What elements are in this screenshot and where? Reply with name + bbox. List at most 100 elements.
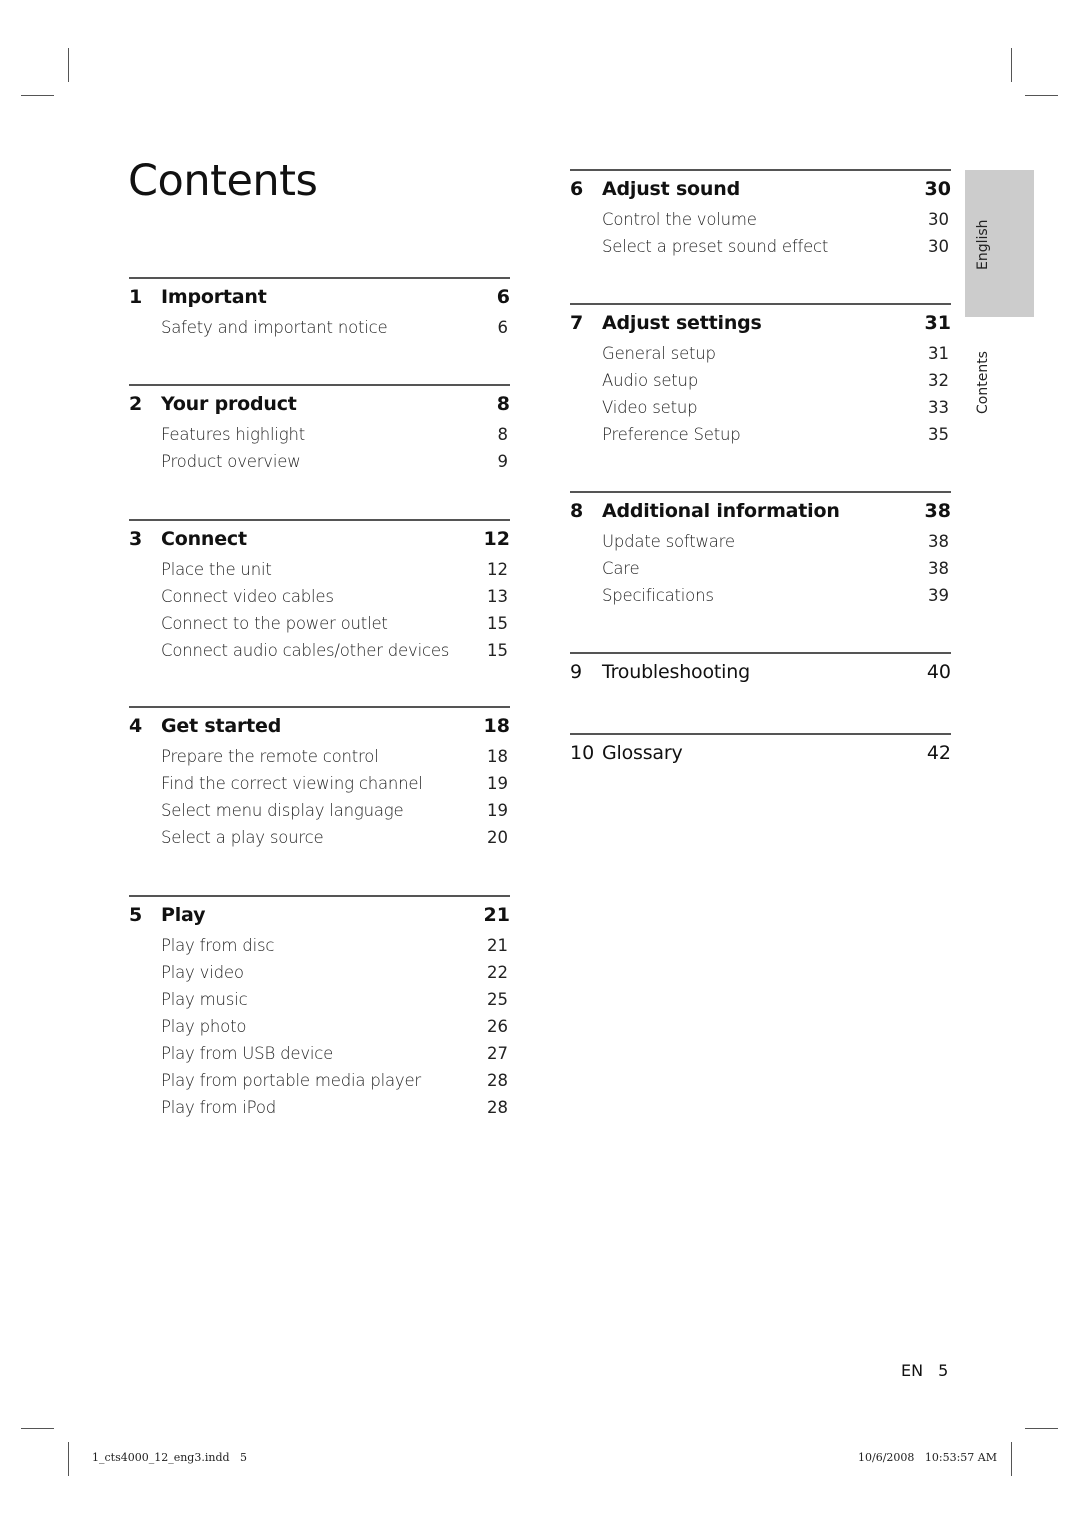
toc-item-page: 15 bbox=[487, 614, 508, 633]
section-heading[interactable]: 10 Glossary 42 bbox=[570, 735, 951, 771]
toc-item-label[interactable]: Select a preset sound effect bbox=[602, 237, 828, 257]
toc-item[interactable]: Safety and important notice 6 bbox=[129, 315, 510, 342]
toc-item-label[interactable]: Play from USB device bbox=[161, 1044, 333, 1064]
toc-item[interactable]: Product overview 9 bbox=[129, 449, 510, 476]
section-heading[interactable]: 4 Get started 18 bbox=[129, 708, 510, 744]
section-heading[interactable]: 9 Troubleshooting 40 bbox=[570, 654, 951, 690]
toc-item-label[interactable]: Connect video cables bbox=[161, 587, 334, 607]
footer-timestamp: 10/6/2008 10:53:57 AM bbox=[858, 1451, 997, 1464]
section-page: 6 bbox=[496, 286, 510, 308]
toc-item-page: 20 bbox=[487, 828, 508, 847]
toc-item[interactable]: General setup 31 bbox=[570, 341, 951, 368]
section-heading[interactable]: 7 Adjust settings 31 bbox=[570, 305, 951, 341]
toc-item-label[interactable]: Care bbox=[602, 559, 640, 579]
toc-item-label[interactable]: Preference Setup bbox=[602, 425, 741, 445]
toc-item[interactable]: Select a preset sound effect 30 bbox=[570, 234, 951, 261]
toc-item-page: 32 bbox=[928, 371, 949, 390]
footer-file-info: 1_cts4000_12_eng3.indd 5 bbox=[92, 1451, 248, 1464]
section-number: 7 bbox=[570, 312, 584, 334]
toc-item-label[interactable]: Play music bbox=[161, 990, 248, 1010]
section-items: Safety and important notice 6 bbox=[129, 315, 510, 342]
toc-item-label[interactable]: Update software bbox=[602, 532, 735, 552]
toc-item-page: 33 bbox=[928, 398, 949, 417]
section-number: 9 bbox=[570, 661, 583, 683]
section-title[interactable]: Additional information bbox=[602, 501, 840, 521]
toc-item-label[interactable]: Place the unit bbox=[161, 560, 272, 580]
section-heading[interactable]: 6 Adjust sound 30 bbox=[570, 171, 951, 207]
toc-item[interactable]: Find the correct viewing channel 19 bbox=[129, 771, 510, 798]
section-heading[interactable]: 2 Your product 8 bbox=[129, 386, 510, 422]
section-items: Update software 38 Care 38 Specifications 3… bbox=[570, 529, 951, 610]
toc-item-label[interactable]: Video setup bbox=[602, 398, 698, 418]
section-heading[interactable]: 3 Connect 12 bbox=[129, 521, 510, 557]
toc-item[interactable]: Connect to the power outlet 15 bbox=[129, 611, 510, 638]
toc-item-label[interactable]: Features highlight bbox=[161, 425, 305, 445]
section-title[interactable]: Connect bbox=[161, 529, 247, 549]
toc-item-label[interactable]: Audio setup bbox=[602, 371, 698, 391]
section-items: Features highlight 8 Product overview 9 bbox=[129, 422, 510, 476]
toc-item[interactable]: Features highlight 8 bbox=[129, 422, 510, 449]
section-number: 2 bbox=[129, 393, 143, 415]
toc-item[interactable]: Connect video cables 13 bbox=[129, 584, 510, 611]
toc-item[interactable]: Prepare the remote control 18 bbox=[129, 744, 510, 771]
section-title[interactable]: Get started bbox=[161, 716, 281, 736]
section-heading[interactable]: 1 Important 6 bbox=[129, 279, 510, 315]
toc-item[interactable]: Play music 25 bbox=[129, 987, 510, 1014]
toc-item-label[interactable]: Connect to the power outlet bbox=[161, 614, 388, 634]
toc-item-label[interactable]: Select menu display language bbox=[161, 801, 404, 821]
toc-item-page: 31 bbox=[928, 344, 949, 363]
toc-item-label[interactable]: Prepare the remote control bbox=[161, 747, 379, 767]
toc-item[interactable]: Audio setup 32 bbox=[570, 368, 951, 395]
toc-section: 8 Additional information 38 Update softw… bbox=[570, 491, 951, 610]
toc-item[interactable]: Video setup 33 bbox=[570, 395, 951, 422]
toc-item-label[interactable]: Play from portable media player bbox=[161, 1071, 421, 1091]
toc-item-label[interactable]: Control the volume bbox=[602, 210, 757, 230]
toc-item[interactable]: Play from USB device 27 bbox=[129, 1041, 510, 1068]
section-title[interactable]: Adjust settings bbox=[602, 313, 762, 333]
toc-item-page: 18 bbox=[487, 747, 508, 766]
toc-item-label[interactable]: Select a play source bbox=[161, 828, 324, 848]
toc-item[interactable]: Play from disc 21 bbox=[129, 933, 510, 960]
toc-item[interactable]: Care 38 bbox=[570, 556, 951, 583]
toc-item-label[interactable]: Specifications bbox=[602, 586, 714, 606]
toc-item[interactable]: Control the volume 30 bbox=[570, 207, 951, 234]
section-heading[interactable]: 8 Additional information 38 bbox=[570, 493, 951, 529]
language-tab-label: English bbox=[975, 219, 991, 270]
toc-item[interactable]: Update software 38 bbox=[570, 529, 951, 556]
section-title[interactable]: Adjust sound bbox=[602, 179, 740, 199]
section-title[interactable]: Glossary bbox=[602, 743, 683, 763]
toc-item[interactable]: Select a play source 20 bbox=[129, 825, 510, 852]
toc-item[interactable]: Specifications 39 bbox=[570, 583, 951, 610]
toc-item[interactable]: Preference Setup 35 bbox=[570, 422, 951, 449]
toc-item[interactable]: Play photo 26 bbox=[129, 1014, 510, 1041]
crop-mark-top-left-vertical bbox=[68, 48, 69, 82]
toc-item-page: 13 bbox=[487, 587, 508, 606]
section-title[interactable]: Troubleshooting bbox=[602, 662, 750, 682]
section-title[interactable]: Your product bbox=[161, 394, 297, 414]
toc-item-label[interactable]: Safety and important notice bbox=[161, 318, 388, 338]
toc-item-page: 19 bbox=[487, 801, 508, 820]
toc-item[interactable]: Play video 22 bbox=[129, 960, 510, 987]
toc-item-page: 30 bbox=[928, 237, 949, 256]
toc-item-label[interactable]: Product overview bbox=[161, 452, 301, 472]
section-heading[interactable]: 5 Play 21 bbox=[129, 897, 510, 933]
toc-item-label[interactable]: General setup bbox=[602, 344, 716, 364]
page-number: EN 5 bbox=[901, 1361, 948, 1380]
toc-section: 4 Get started 18 Prepare the remote cont… bbox=[129, 706, 510, 852]
toc-item-label[interactable]: Play photo bbox=[161, 1017, 246, 1037]
toc-item-label[interactable]: Connect audio cables/other devices bbox=[161, 641, 449, 661]
toc-item-label[interactable]: Play from disc bbox=[161, 936, 274, 956]
toc-item[interactable]: Connect audio cables/other devices 15 bbox=[129, 638, 510, 665]
toc-item-label[interactable]: Play video bbox=[161, 963, 244, 983]
section-items: Play from disc 21 Play video 22 Play music… bbox=[129, 933, 510, 1122]
toc-item-label[interactable]: Find the correct viewing channel bbox=[161, 774, 423, 794]
toc-item[interactable]: Place the unit 12 bbox=[129, 557, 510, 584]
toc-item-label[interactable]: Play from iPod bbox=[161, 1098, 276, 1118]
toc-item[interactable]: Select menu display language 19 bbox=[129, 798, 510, 825]
toc-item[interactable]: Play from iPod 28 bbox=[129, 1095, 510, 1122]
section-title[interactable]: Important bbox=[161, 287, 267, 307]
section-title[interactable]: Play bbox=[161, 905, 205, 925]
toc-item[interactable]: Play from portable media player 28 bbox=[129, 1068, 510, 1095]
section-page: 21 bbox=[483, 904, 510, 926]
section-page: 30 bbox=[924, 178, 951, 200]
